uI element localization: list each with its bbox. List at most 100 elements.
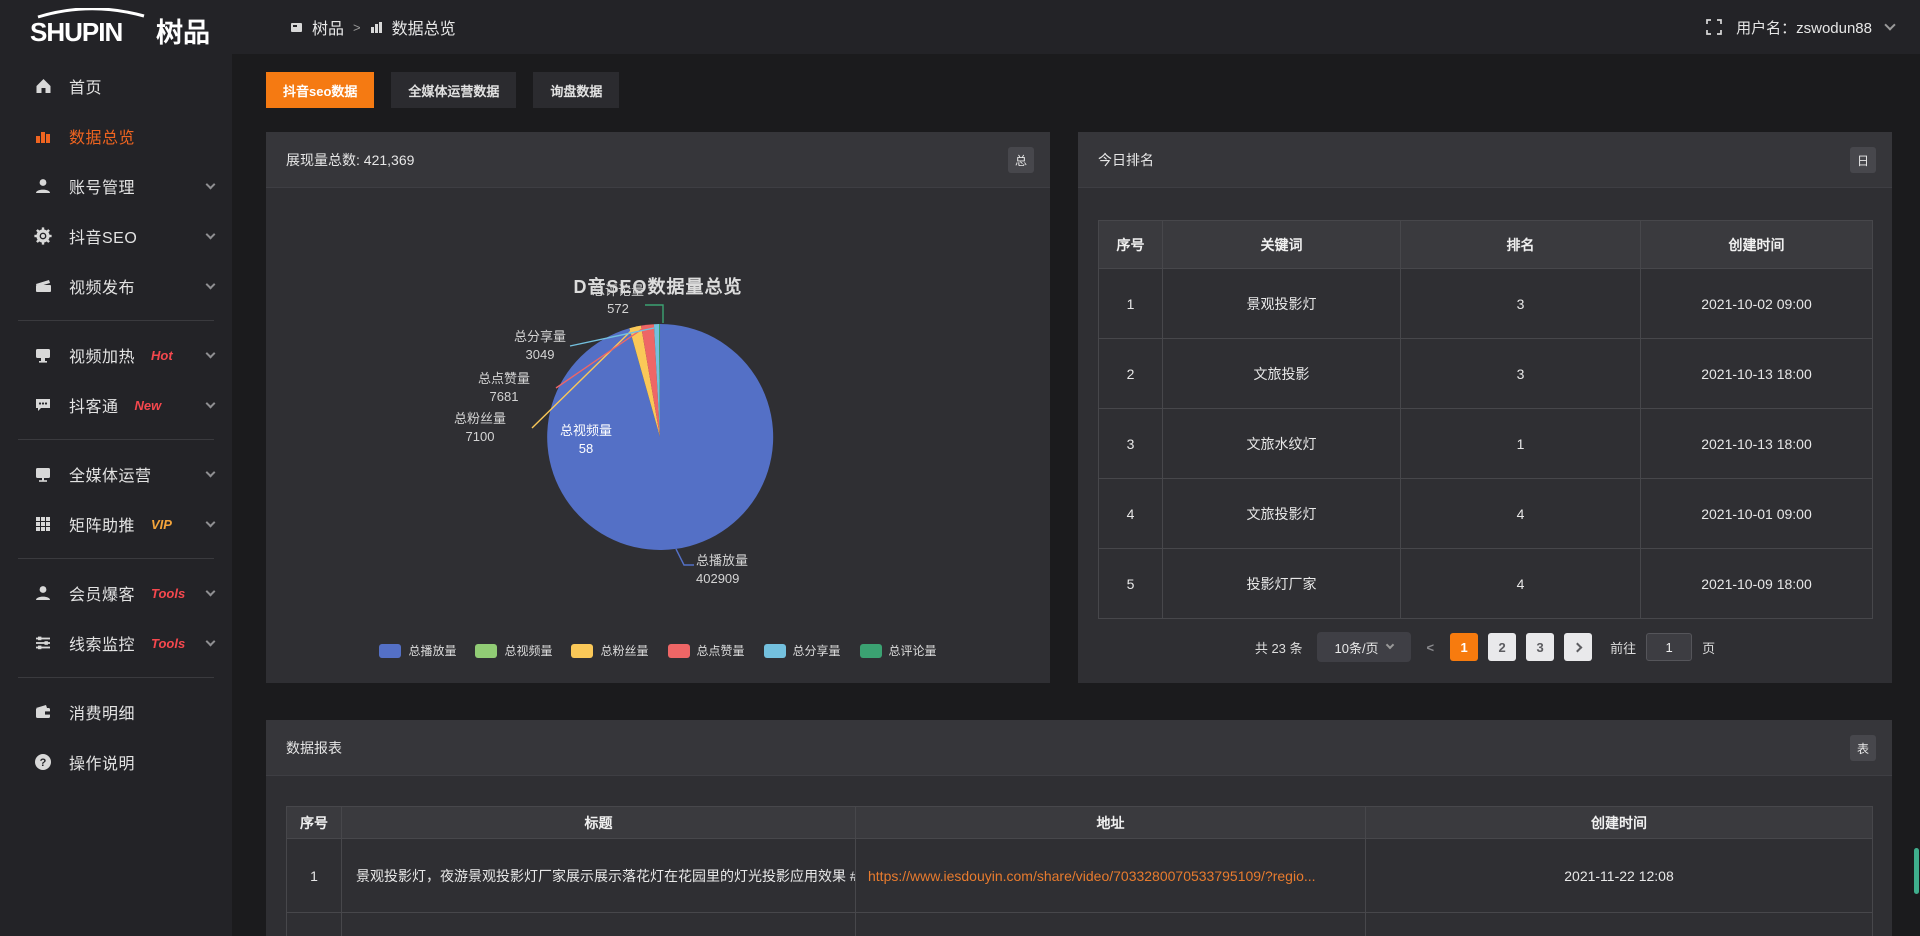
video-icon: [34, 276, 56, 296]
rank-cell: 1: [1401, 409, 1641, 479]
report-link[interactable]: https://www.iesdouyin.com/share/video/70…: [868, 868, 1316, 884]
rank-cell: 2021-10-01 09:00: [1641, 479, 1873, 549]
sidebar-item-抖音SEO[interactable]: 抖音SEO: [0, 211, 232, 261]
report-table: 序号标题地址创建时间 1景观投影灯，夜游景观投影灯厂家展示展示落花灯在花园里的灯…: [286, 806, 1873, 936]
goto-page-input[interactable]: [1646, 633, 1692, 661]
sidebar-item-数据总览[interactable]: 数据总览: [0, 111, 232, 161]
sidebar-item-label: 数据总览: [69, 124, 135, 148]
day-badge[interactable]: 日: [1850, 147, 1876, 173]
page-button-2[interactable]: 2: [1488, 633, 1516, 661]
chevron-down-icon[interactable]: [206, 279, 216, 289]
report-cell-index: 1: [287, 839, 342, 913]
pagination: 共 23 条10条/页<123前往页: [1078, 632, 1892, 662]
report-panel-title: 数据报表: [286, 738, 342, 758]
report-cell-empty: [287, 913, 342, 936]
chevron-down-icon[interactable]: [206, 229, 216, 239]
breadcrumb-item-shupin[interactable]: 树品: [312, 15, 344, 39]
pie-chart: [266, 189, 1050, 683]
gear-icon: [34, 226, 56, 246]
sidebar-item-全媒体运营[interactable]: 全媒体运营: [0, 449, 232, 499]
sidebar-item-label: 抖客通: [69, 393, 119, 417]
pie-label-总视频量: 总视频量58: [534, 422, 638, 458]
rank-cell: 2: [1099, 339, 1163, 409]
total-badge[interactable]: 总: [1008, 147, 1034, 173]
rank-cell: 2021-10-02 09:00: [1641, 269, 1873, 339]
sidebar-item-矩阵助推[interactable]: 矩阵助推VIP: [0, 499, 232, 549]
next-page-button[interactable]: [1564, 633, 1592, 661]
chevron-down-icon[interactable]: [206, 467, 216, 477]
sidebar-item-消费明细[interactable]: 消费明细: [0, 687, 232, 737]
rank-cell: 投影灯厂家: [1163, 549, 1401, 619]
legend-item-总分享量[interactable]: 总分享量: [764, 642, 841, 659]
sidebar-item-视频加热[interactable]: 视频加热Hot: [0, 330, 232, 380]
chevron-down-icon: [1385, 641, 1393, 649]
rank-col-关键词: 关键词: [1163, 221, 1401, 269]
report-table-row: 1景观投影灯，夜游景观投影灯厂家展示展示落花灯在花园里的灯光投影应用效果 # ht…: [287, 839, 1873, 913]
sidebar-item-线索监控[interactable]: 线索监控Tools: [0, 618, 232, 668]
fullscreen-icon[interactable]: [1706, 19, 1722, 35]
breadcrumb-item-overview[interactable]: 数据总览: [392, 15, 456, 39]
rank-cell: 4: [1401, 549, 1641, 619]
scrollbar-thumb[interactable]: [1914, 848, 1919, 894]
pie-label-总播放量: 总播放量402909: [696, 552, 806, 588]
rank-table: 序号关键词排名创建时间 1景观投影灯32021-10-02 09:002文旅投影…: [1098, 220, 1873, 619]
chevron-down-icon[interactable]: [206, 179, 216, 189]
report-cell-title: 景观投影灯，夜游景观投影灯厂家展示展示落花灯在花园里的灯光投影应用效果 #: [342, 839, 856, 913]
home-icon: [34, 76, 56, 96]
chat-icon: [34, 395, 56, 415]
pie-label-总分享量: 总分享量3049: [488, 328, 592, 364]
chevron-down-icon[interactable]: [206, 398, 216, 408]
chevron-down-icon[interactable]: [206, 348, 216, 358]
page-button-3[interactable]: 3: [1526, 633, 1554, 661]
pie-label-name: 总视频量: [534, 422, 638, 440]
sidebar-item-label: 抖音SEO: [69, 224, 137, 248]
legend-item-总视频量[interactable]: 总视频量: [475, 642, 552, 659]
rank-cell: 5: [1099, 549, 1163, 619]
legend-item-总点赞量[interactable]: 总点赞量: [668, 642, 745, 659]
rank-col-创建时间: 创建时间: [1641, 221, 1873, 269]
sidebar-item-抖客通[interactable]: 抖客通New: [0, 380, 232, 430]
rank-cell: 2021-10-13 18:00: [1641, 409, 1873, 479]
legend-item-总评论量[interactable]: 总评论量: [860, 642, 937, 659]
rank-cell: 2021-10-09 18:00: [1641, 549, 1873, 619]
sidebar-item-操作说明[interactable]: ?操作说明: [0, 737, 232, 787]
rank-panel: 今日排名 日 序号关键词排名创建时间 1景观投影灯32021-10-02 09:…: [1078, 132, 1892, 683]
rank-table-row: 2文旅投影32021-10-13 18:00: [1099, 339, 1873, 409]
pie-label-总粉丝量: 总粉丝量7100: [428, 410, 532, 446]
sidebar-item-首页[interactable]: 首页: [0, 61, 232, 111]
sidebar-item-账号管理[interactable]: 账号管理: [0, 161, 232, 211]
legend-item-总播放量[interactable]: 总播放量: [379, 642, 456, 659]
sidebar-item-label: 线索监控: [69, 631, 135, 655]
rank-panel-header: 今日排名: [1078, 132, 1892, 188]
chevron-down-icon[interactable]: [206, 517, 216, 527]
chevron-down-icon[interactable]: [1884, 19, 1895, 30]
pie-label-value: 7681: [452, 388, 556, 406]
rank-table-row: 3文旅水纹灯12021-10-13 18:00: [1099, 409, 1873, 479]
pie-label-name: 总评论量: [566, 282, 670, 300]
legend-swatch: [668, 644, 690, 658]
page-button-1[interactable]: 1: [1450, 633, 1478, 661]
page-size-select[interactable]: 10条/页: [1317, 632, 1411, 662]
sidebar-item-label: 会员爆客: [69, 581, 135, 605]
rank-cell: 文旅投影灯: [1163, 479, 1401, 549]
bar-chart-icon: [34, 126, 56, 146]
page-unit: 页: [1702, 638, 1715, 657]
sidebar-item-会员爆客[interactable]: 会员爆客Tools: [0, 568, 232, 618]
pie-label-name: 总分享量: [488, 328, 592, 346]
tab-抖音seo数据[interactable]: 抖音seo数据: [266, 72, 374, 108]
legend-item-总粉丝量[interactable]: 总粉丝量: [571, 642, 648, 659]
sidebar-item-视频发布[interactable]: 视频发布: [0, 261, 232, 311]
table-badge[interactable]: 表: [1850, 735, 1876, 761]
tab-询盘数据[interactable]: 询盘数据: [533, 72, 619, 108]
report-col-地址: 地址: [856, 807, 1366, 839]
legend-swatch: [571, 644, 593, 658]
username[interactable]: 用户名：zswodun88: [1736, 17, 1872, 38]
sidebar: 首页数据总览账号管理抖音SEO 视频发布视频加热Hot抖客通New 全媒体运营矩阵助…: [0, 54, 232, 936]
tab-全媒体运营数据[interactable]: 全媒体运营数据: [391, 72, 516, 108]
rank-table-row: 5投影灯厂家42021-10-09 18:00: [1099, 549, 1873, 619]
chevron-down-icon[interactable]: [206, 586, 216, 596]
report-panel: 数据报表 表 序号标题地址创建时间 1景观投影灯，夜游景观投影灯厂家展示展示落花…: [266, 720, 1892, 936]
chevron-down-icon[interactable]: [206, 636, 216, 646]
prev-page-button[interactable]: <: [1421, 640, 1441, 655]
sidebar-divider: [18, 439, 214, 440]
